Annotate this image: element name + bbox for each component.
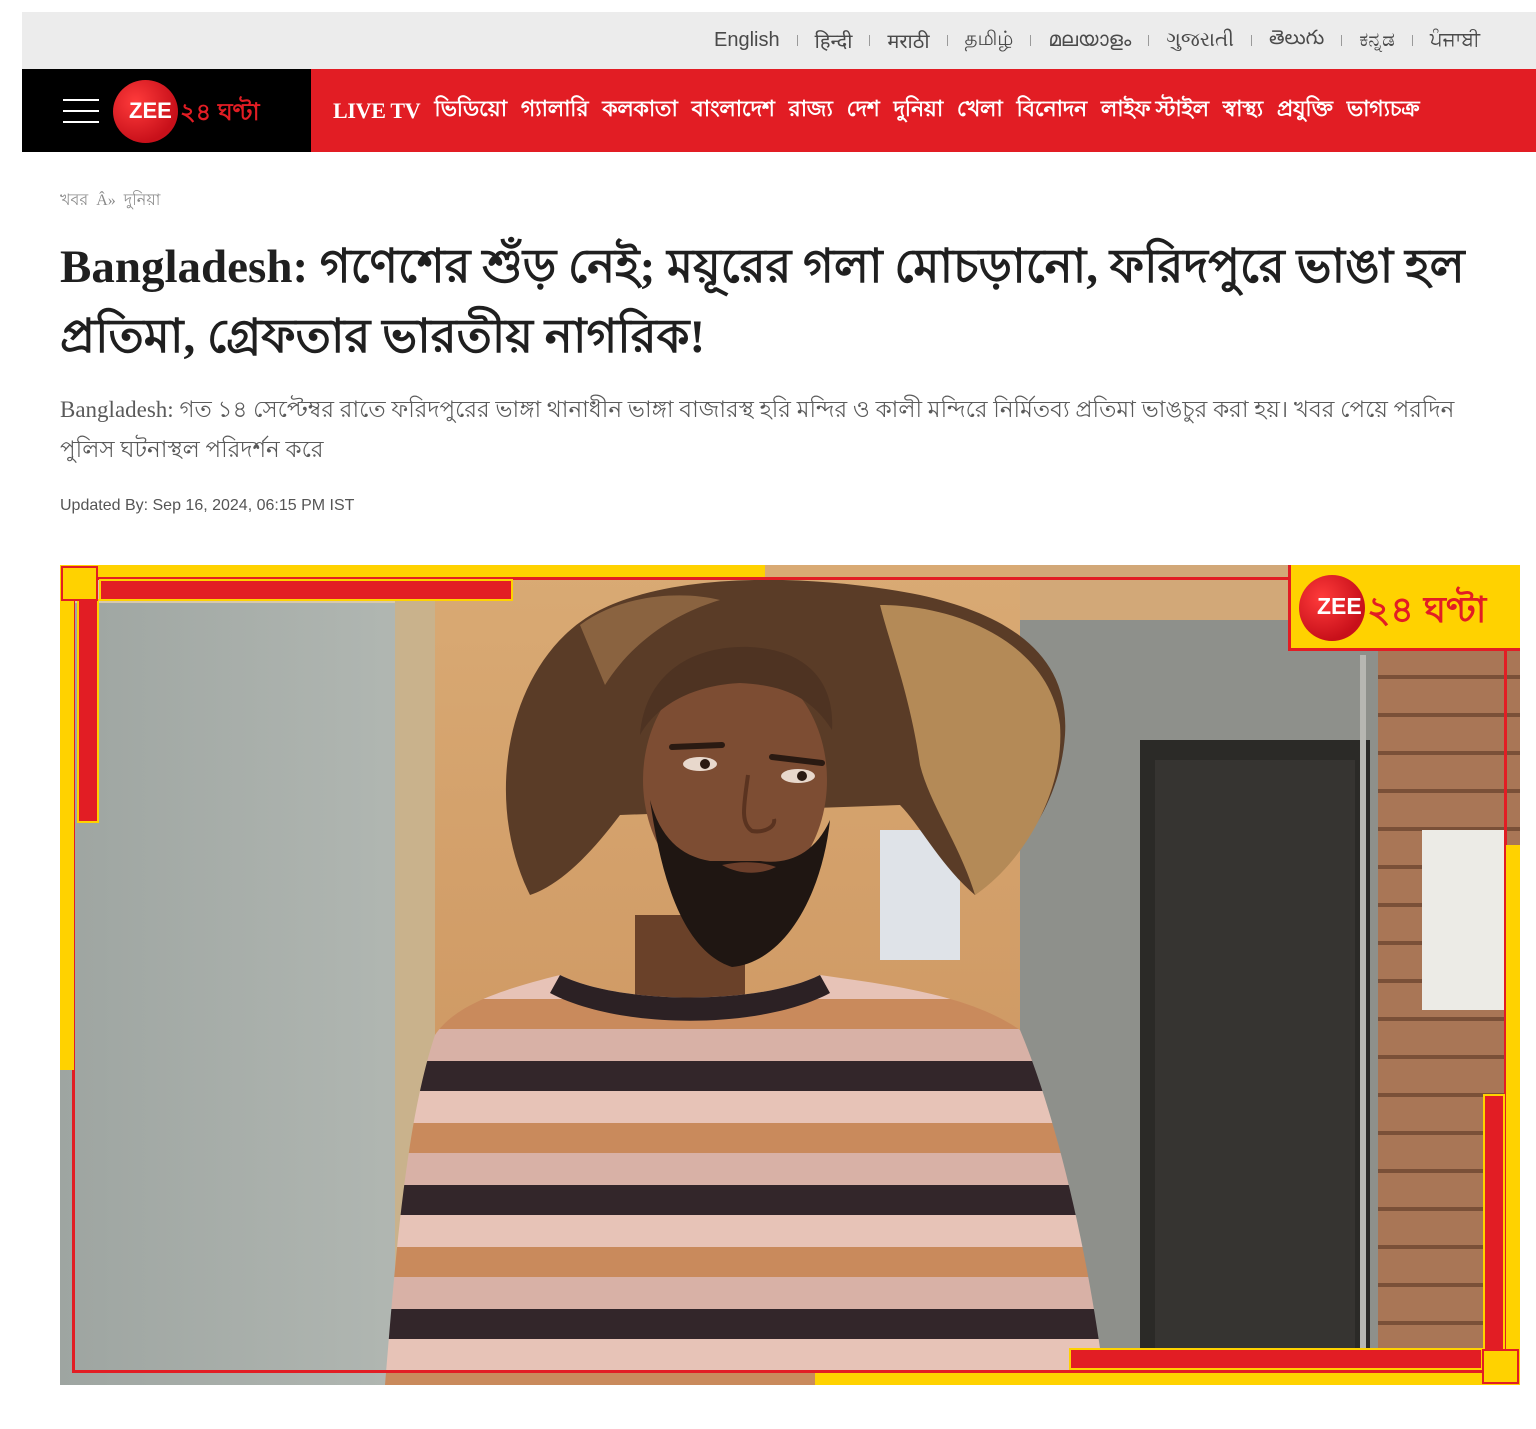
nav-item-bangladesh[interactable]: বাংলাদেশ [692, 92, 775, 129]
language-separator [946, 35, 948, 46]
language-link-punjabi[interactable]: ਪੰਜਾਬੀ [1430, 29, 1480, 52]
nav-item-country[interactable]: দেশ [847, 92, 880, 129]
article-lead-image: ZEE ২৪ ঘণ্টা [60, 565, 1520, 1385]
language-separator [1030, 35, 1032, 46]
nav-item-gallery[interactable]: গ্যালারি [521, 92, 589, 129]
hamburger-menu-icon[interactable] [63, 98, 99, 124]
language-separator [1148, 35, 1150, 46]
nav-item-live-tv[interactable]: LIVE TV [333, 98, 421, 124]
breadcrumb: খবর Â» দুনিয়া [60, 187, 160, 214]
nav-item-lifestyle[interactable]: লাইফ স্টাইল [1101, 92, 1209, 129]
breadcrumb-section-link[interactable]: দুনিয়া [124, 192, 161, 209]
watermark-zee-text: ZEE [1317, 593, 1362, 619]
article-headline: Bangladesh: গণেশের শুঁড় নেই; ময়ূরের গল… [60, 241, 1465, 363]
nav-item-state[interactable]: রাজ্য [789, 92, 833, 129]
watermark-brand-text: ২৪ ঘণ্টা [1367, 589, 1487, 630]
image-watermark-logo: ZEE ২৪ ঘণ্টা [1288, 565, 1520, 651]
language-separator [869, 35, 871, 46]
language-separator [796, 35, 798, 46]
article-updated-timestamp: Updated By: Sep 16, 2024, 06:15 PM IST [60, 497, 355, 514]
nav-item-video[interactable]: ভিডিয়ো [434, 92, 507, 129]
language-separator [1251, 35, 1252, 46]
language-link-hindi[interactable]: हिन्दी [815, 27, 853, 54]
language-link-tamil[interactable]: தமிழ் [965, 28, 1014, 53]
language-link-english[interactable]: English [714, 29, 780, 52]
breadcrumb-separator: Â» [96, 192, 116, 209]
breadcrumb-home-link[interactable]: খবর [60, 192, 88, 209]
article-photo [60, 565, 1520, 1385]
language-link-telugu[interactable]: తెలుగు [1269, 27, 1324, 54]
nav-item-kolkata[interactable]: কলকাতা [602, 92, 678, 129]
language-bar: English हिन्दी मराठी தமிழ் മലയാളം ગુજરાત… [22, 12, 1536, 69]
logo-zee-text: ZEE [129, 98, 172, 123]
language-separator [1411, 35, 1413, 46]
nav-item-entertainment[interactable]: বিনোদন [1016, 92, 1087, 129]
language-link-marathi[interactable]: मराठी [887, 27, 929, 54]
article-summary: Bangladesh: গত ১৪ সেপ্টেম্বর রাতে ফরিদপু… [60, 397, 1455, 462]
nav-menu: LIVE TV ভিডিয়ো গ্যালারি কলকাতা বাংলাদেশ… [311, 69, 1536, 152]
nav-item-health[interactable]: স্বাস্থ্য [1223, 92, 1263, 129]
language-link-gujarati[interactable]: ગુજરાતી [1166, 29, 1234, 52]
nav-item-world[interactable]: দুনিয়া [893, 92, 943, 129]
language-separator [1341, 35, 1343, 46]
logo-brand-text: ২৪ ঘণ্টা [180, 99, 260, 126]
nav-item-technology[interactable]: প্রযুক্তি [1277, 92, 1333, 129]
nav-item-astrology[interactable]: ভাগ্যচক্র [1347, 92, 1420, 129]
nav-item-sports[interactable]: খেলা [957, 92, 1003, 129]
navbar-brand-area: ZEE ২৪ ঘণ্টা [22, 69, 311, 152]
language-link-malayalam[interactable]: മലയാളം [1048, 29, 1131, 52]
site-logo[interactable]: ZEE ২৪ ঘণ্টা [113, 80, 293, 144]
main-navbar: ZEE ২৪ ঘণ্টা LIVE TV ভিডিয়ো গ্যালারি কল… [22, 69, 1536, 152]
language-link-kannada[interactable]: ಕನ್ನಡ [1359, 29, 1395, 52]
